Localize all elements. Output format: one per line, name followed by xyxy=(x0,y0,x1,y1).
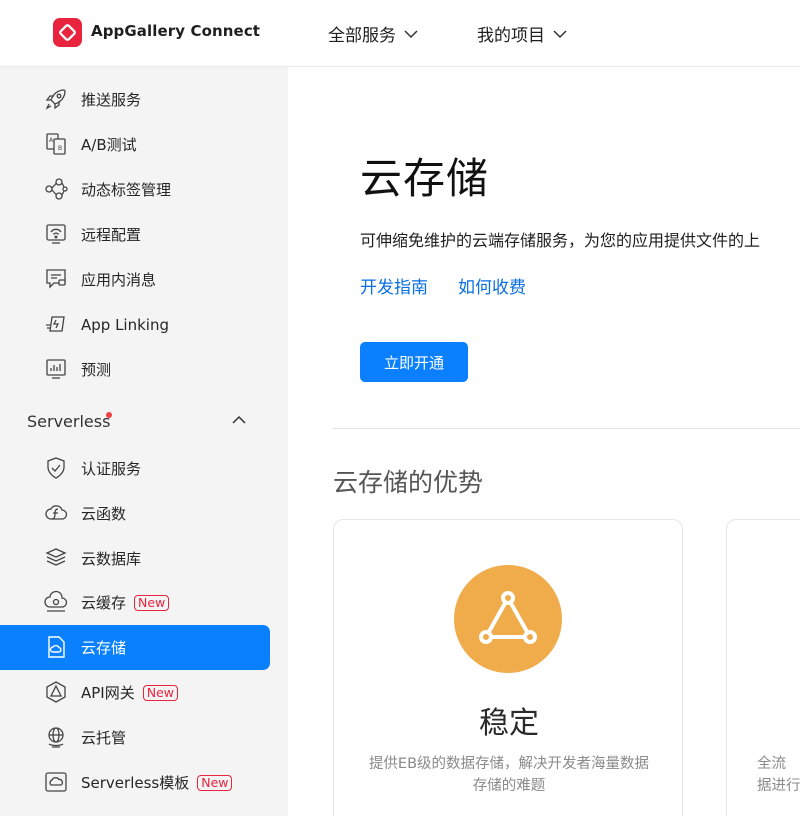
nav-my-projects-label: 我的项目 xyxy=(477,26,545,46)
sidebar-item-label: A/B测试 xyxy=(81,136,137,154)
divider xyxy=(333,428,800,429)
sidebar-item-prediction[interactable]: 预测 xyxy=(0,347,270,392)
sidebar-item-push[interactable]: 推送服务 xyxy=(0,77,270,122)
sidebar-item-api-gateway[interactable]: API网关 New xyxy=(0,670,270,715)
sidebar-item-remote-config[interactable]: 远程配置 xyxy=(0,212,270,257)
nav-all-services[interactable]: 全部服务 xyxy=(328,21,418,46)
nav-my-projects[interactable]: 我的项目 xyxy=(477,21,567,46)
page-title: 云存储 xyxy=(360,154,490,203)
sidebar-item-cloud-function[interactable]: 云函数 xyxy=(0,491,270,536)
sidebar-item-auth[interactable]: 认证服务 xyxy=(0,446,270,491)
new-badge: New xyxy=(134,594,170,611)
remote-config-icon xyxy=(46,224,66,244)
nav-all-services-label: 全部服务 xyxy=(328,26,396,46)
triangle-nodes-icon xyxy=(479,591,537,644)
ab-test-icon: AB xyxy=(46,133,66,155)
appgallery-logo-icon[interactable] xyxy=(53,18,82,47)
sidebar-item-serverless-template[interactable]: Serverless模板 New xyxy=(0,760,270,805)
sidebar-item-label: 远程配置 xyxy=(81,226,142,244)
advantage-card-partial: 全流 据进行 xyxy=(726,519,800,816)
top-header: AppGallery Connect 全部服务 我的项目 xyxy=(0,0,800,67)
sidebar-item-label: 云函数 xyxy=(81,505,127,523)
logo-text[interactable]: AppGallery Connect xyxy=(91,22,260,40)
sidebar-item-cloud-hosting[interactable]: 云托管 xyxy=(0,715,270,760)
sidebar-item-text: API网关 xyxy=(81,684,135,702)
new-badge: New xyxy=(197,774,233,791)
pricing-link[interactable]: 如何收费 xyxy=(458,273,526,298)
sidebar-item-label: 应用内消息 xyxy=(81,271,157,289)
sidebar-item-cloud-database[interactable]: 云数据库 xyxy=(0,536,270,581)
sidebar-item-cloud-cache[interactable]: 云缓存 New xyxy=(0,580,270,625)
svg-text:B: B xyxy=(58,145,62,152)
sidebar-item-label: Serverless模板 New xyxy=(81,772,233,793)
sidebar-item-label: App Linking xyxy=(81,315,169,334)
chart-icon xyxy=(46,359,66,379)
sidebar-item-label: 推送服务 xyxy=(81,91,142,109)
page-description: 可伸缩免维护的云端存储服务，为您的应用提供文件的上 xyxy=(360,231,761,250)
sidebar-item-label: 云托管 xyxy=(81,729,127,747)
sidebar-item-label: 云存储 xyxy=(81,639,127,657)
chevron-up-icon[interactable] xyxy=(232,415,246,425)
sidebar-section-serverless[interactable]: Serverless xyxy=(27,412,110,431)
database-icon xyxy=(45,548,67,566)
advantage-card-stable: 稳定 提供EB级的数据存储，解决开发者海量数据存储的难题 xyxy=(333,519,683,816)
sidebar-item-label: 云数据库 xyxy=(81,550,142,568)
svg-text:A: A xyxy=(49,137,54,144)
card-title: 稳定 xyxy=(479,706,539,741)
sidebar-item-app-linking[interactable]: App Linking xyxy=(0,302,270,347)
cloud-storage-icon xyxy=(48,636,65,658)
new-badge: New xyxy=(142,684,178,701)
cloud-function-icon xyxy=(45,505,68,520)
globe-icon xyxy=(48,727,64,748)
chevron-down-icon xyxy=(553,29,567,38)
shield-icon xyxy=(47,457,65,479)
card-description: 全流 据进行 xyxy=(757,756,800,794)
sidebar-item-label: API网关 New xyxy=(81,682,178,703)
sidebar-item-dynamic-tags[interactable]: 动态标签管理 xyxy=(0,167,270,212)
sidebar-item-label: 动态标签管理 xyxy=(81,181,172,199)
sidebar-item-cloud-storage[interactable]: 云存储 xyxy=(0,625,270,670)
main-content: 云存储 可伸缩免维护的云端存储服务，为您的应用提供文件的上 开发指南 如何收费 … xyxy=(288,67,800,816)
card-description: 提供EB级的数据存储，解决开发者海量数据存储的难题 xyxy=(368,756,650,794)
link-icon xyxy=(46,316,65,332)
message-icon xyxy=(46,269,66,289)
sidebar-item-label: 预测 xyxy=(81,361,112,379)
advantages-title: 云存储的优势 xyxy=(333,468,484,497)
api-gateway-icon xyxy=(46,681,66,703)
enable-now-button[interactable]: 立即开通 xyxy=(360,342,468,382)
sidebar-item-in-app-message[interactable]: 应用内消息 xyxy=(0,257,270,302)
sidebar-item-label: 认证服务 xyxy=(81,460,142,478)
sidebar-item-text: Serverless模板 xyxy=(81,774,190,792)
sidebar-item-label: 云缓存 New xyxy=(81,592,170,613)
sidebar-item-text: 云缓存 xyxy=(81,594,127,612)
template-icon xyxy=(45,772,67,792)
card-icon-circle xyxy=(454,565,562,673)
notification-dot xyxy=(106,412,112,418)
cloud-cache-icon xyxy=(44,590,68,612)
sidebar-item-ab-test[interactable]: AB A/B测试 xyxy=(0,122,270,167)
sidebar: 推送服务 AB A/B测试 动态标签管理 远程配置 应用内消息 App Link… xyxy=(0,67,288,816)
dev-guide-link[interactable]: 开发指南 xyxy=(360,273,428,298)
chevron-down-icon xyxy=(404,29,418,38)
nodes-icon xyxy=(45,178,68,200)
rocket-icon xyxy=(45,89,66,110)
